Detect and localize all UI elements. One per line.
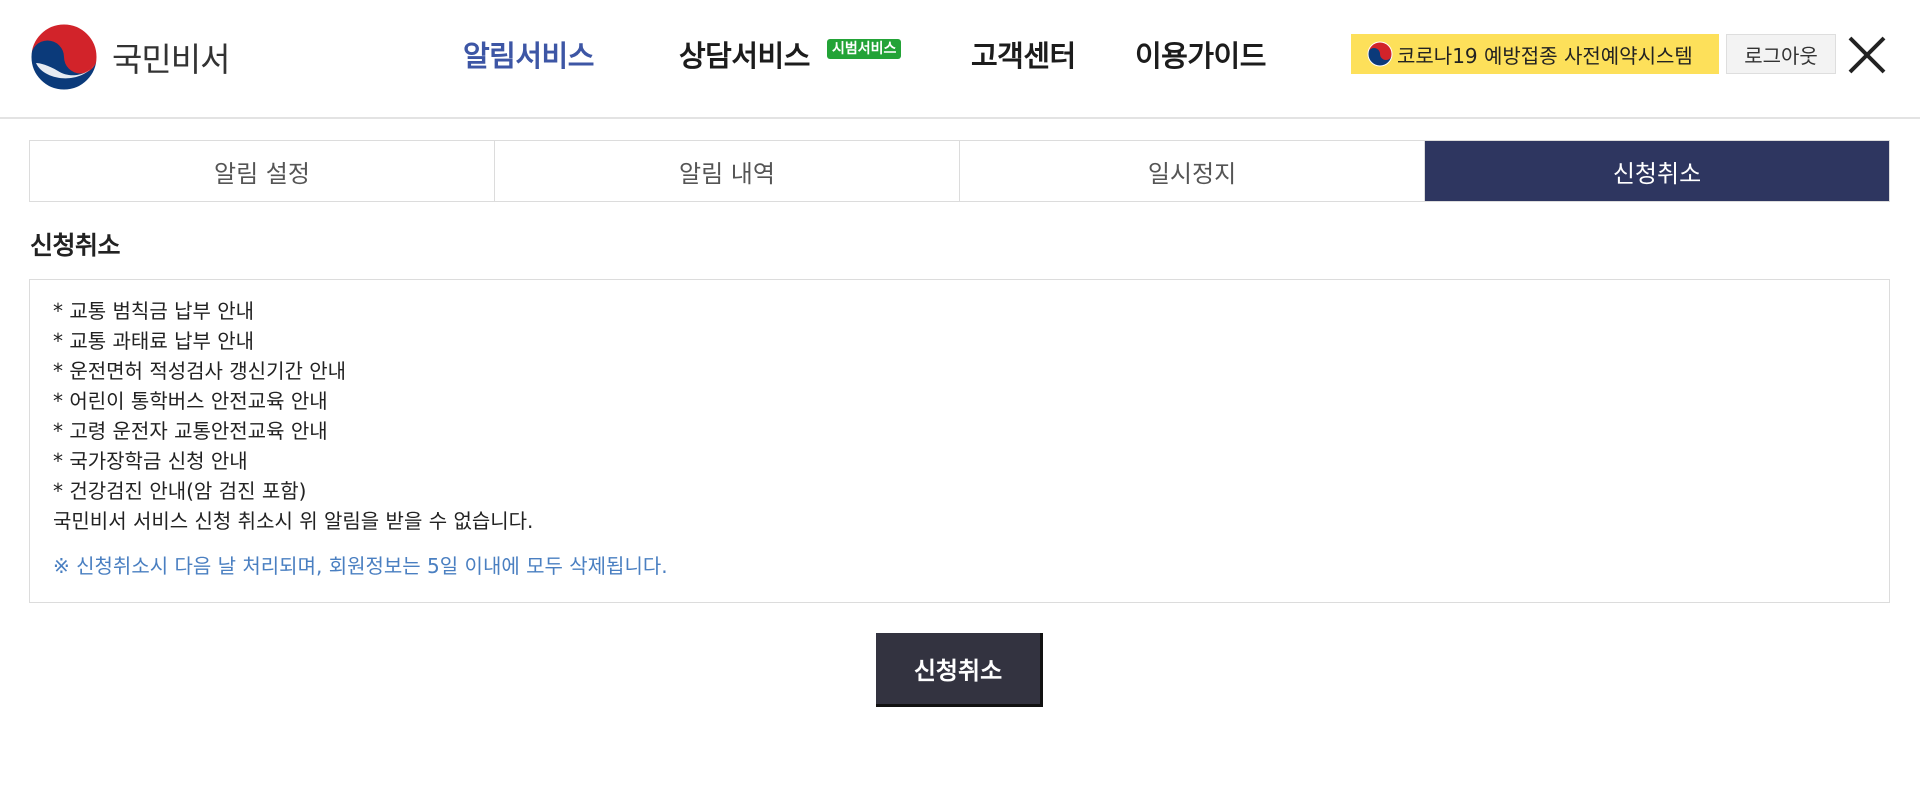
pilot-service-badge: 시범서비스 bbox=[827, 39, 902, 59]
close-icon[interactable] bbox=[1846, 34, 1888, 76]
taegeuk-small-icon bbox=[1367, 41, 1393, 67]
service-tabs: 알림 설정 알림 내역 일시정지 신청취소 bbox=[29, 140, 1890, 202]
notice-item-health-checkup: * 건강검진 안내(암 검진 포함) bbox=[53, 479, 307, 503]
notice-item-license-renewal: * 운전면허 적성검사 갱신기간 안내 bbox=[53, 359, 347, 383]
tab-pause[interactable]: 일시정지 bbox=[960, 141, 1425, 201]
covid-button-label: 코로나19 예방접종 사전예약시스템 bbox=[1397, 43, 1693, 68]
nav-item-user-guide[interactable]: 이용가이드 bbox=[1135, 34, 1266, 78]
nav-item-consultation-service[interactable]: 상담서비스 bbox=[679, 34, 810, 78]
tab-notification-history[interactable]: 알림 내역 bbox=[495, 141, 960, 201]
tab-cancel-application[interactable]: 신청취소 bbox=[1425, 141, 1889, 201]
cancel-info-box: * 교통 범칙금 납부 안내 * 교통 과태료 납부 안내 * 운전면허 적성검… bbox=[29, 279, 1890, 603]
site-header: 국민비서 알림서비스 상담서비스 시범서비스 고객센터 이용가이드 코로나19 … bbox=[0, 0, 1920, 119]
nav-item-customer-center[interactable]: 고객센터 bbox=[971, 34, 1076, 78]
covid-vaccine-reservation-button[interactable]: 코로나19 예방접종 사전예약시스템 bbox=[1351, 34, 1719, 74]
cancel-summary-text: 국민비서 서비스 신청 취소시 위 알림을 받을 수 없습니다. bbox=[53, 509, 534, 533]
notice-item-traffic-penalty: * 교통 과태료 납부 안내 bbox=[53, 329, 255, 353]
notice-item-school-bus-safety: * 어린이 통학버스 안전교육 안내 bbox=[53, 389, 328, 413]
logout-button[interactable]: 로그아웃 bbox=[1726, 34, 1836, 74]
tab-notification-settings[interactable]: 알림 설정 bbox=[30, 141, 495, 201]
notice-item-national-scholarship: * 국가장학금 신청 안내 bbox=[53, 449, 248, 473]
notice-item-traffic-fine: * 교통 범칙금 납부 안내 bbox=[53, 299, 255, 323]
cancel-application-button[interactable]: 신청취소 bbox=[876, 633, 1043, 707]
main-nav: 알림서비스 상담서비스 시범서비스 고객센터 이용가이드 bbox=[0, 34, 1300, 78]
section-title: 신청취소 bbox=[30, 231, 121, 260]
nav-item-notification-service[interactable]: 알림서비스 bbox=[463, 34, 594, 78]
cancel-processing-note: ※ 신청취소시 다음 날 처리되며, 회원정보는 5일 이내에 모두 삭제됩니다… bbox=[53, 554, 668, 578]
notice-item-senior-driver-education: * 고령 운전자 교통안전교육 안내 bbox=[53, 419, 328, 443]
